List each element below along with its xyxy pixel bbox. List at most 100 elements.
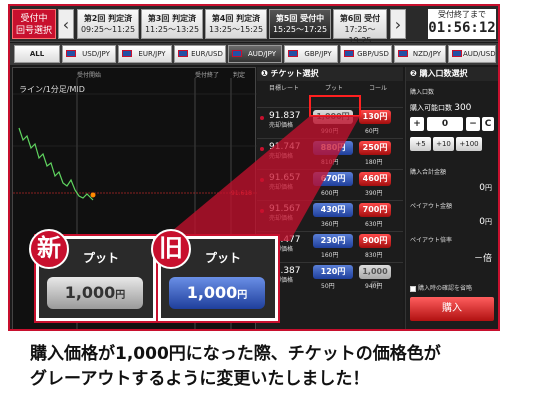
- purchase-section-title: ❷ 購入口数選択: [406, 67, 498, 81]
- tab-label: AUD/USD: [463, 50, 496, 58]
- round-item-3[interactable]: 第3回 判定済 11:25〜13:25: [141, 9, 203, 39]
- round-item-time: 11:25〜13:25: [144, 25, 200, 34]
- prev-round-arrow-icon[interactable]: ‹: [58, 9, 74, 39]
- flag-icon: [452, 50, 462, 57]
- tab-aud-usd[interactable]: AUD/USD: [448, 45, 496, 63]
- round-item-title: 第6回 受付: [339, 14, 381, 23]
- add-100-button[interactable]: +100: [456, 137, 482, 151]
- flag-icon: [344, 50, 354, 57]
- call-sell-price: 390円: [365, 190, 383, 197]
- target-rate-value: 91.747: [269, 142, 301, 152]
- skip-confirm-label: 購入時の確認を省略: [418, 285, 473, 292]
- tab-label: USD/JPY: [82, 50, 110, 58]
- put-ticket-button[interactable]: 230円: [313, 234, 353, 248]
- call-sell-price: 630円: [365, 221, 383, 228]
- round-item-6[interactable]: 第6回 受付 17:25〜19:25: [333, 9, 387, 45]
- row-marker-icon: [260, 178, 264, 182]
- row-marker-icon: [260, 147, 264, 151]
- callout-yen: 円: [115, 290, 126, 301]
- qty-label: 購入口数: [410, 89, 435, 96]
- ticket-row: 91.567 売却価格 430円 360円 700円 630円: [257, 200, 403, 229]
- round-item-time: 13:25〜15:25: [208, 25, 264, 34]
- add-10-button[interactable]: +10: [433, 137, 454, 151]
- ticket-panel: ❶ チケット選択 目標レート プット コール 91.837 売却価格 1,000円 9…: [257, 67, 403, 329]
- skip-confirm-option[interactable]: 購入時の確認を省略: [410, 283, 472, 292]
- call-ticket-button[interactable]: 700円: [359, 203, 391, 217]
- put-sell-price: 810円: [321, 159, 339, 166]
- target-rate-value: 91.567: [269, 204, 301, 214]
- put-ticket-button[interactable]: 670円: [313, 172, 353, 186]
- countdown-label: 受付終了まで: [438, 10, 486, 19]
- caption-line-1: 購入価格が1,000円になった際、チケットの価格色が: [30, 344, 441, 364]
- tab-all[interactable]: ALL: [14, 45, 60, 63]
- round-select-button[interactable]: 受付中 回号選択: [12, 9, 56, 39]
- tab-gbp-usd[interactable]: GBP/USD: [340, 45, 392, 63]
- tab-eur-jpy[interactable]: EUR/JPY: [118, 45, 172, 63]
- caption-line-2: グレーアウトするように変更いたしました！: [30, 369, 370, 389]
- plus-button[interactable]: −: [466, 117, 480, 131]
- chart-price-line: [18, 127, 94, 201]
- round-item-5[interactable]: 第5回 受付中 15:25〜17:25: [269, 9, 331, 39]
- next-round-arrow-icon[interactable]: ›: [390, 9, 406, 39]
- tab-label: GBP/JPY: [304, 50, 332, 58]
- round-item-2[interactable]: 第2回 判定済 09:25〜11:25: [77, 9, 139, 39]
- flag-icon: [122, 50, 132, 57]
- round-item-title: 第4回 判定済: [211, 14, 261, 23]
- call-ticket-button[interactable]: 130円: [359, 110, 391, 124]
- new-style-callout: プット 1,000円 新: [29, 229, 158, 323]
- round-selector-bar: 受付中 回号選択 ‹ 第2回 判定済 09:25〜11:25 第3回 判定済 1…: [10, 6, 498, 45]
- call-ticket-button[interactable]: 1,000円: [359, 265, 391, 290]
- ticket-row: 91.747 売却価格 880円 810円 250円 180円: [257, 138, 403, 167]
- ticket-section-title: ❶ チケット選択: [257, 67, 403, 81]
- col-put: プット: [325, 85, 344, 92]
- round-select-label: 回号選択: [15, 26, 52, 36]
- col-target-rate: 目標レート: [269, 85, 300, 92]
- quantity-input[interactable]: 0: [427, 117, 463, 131]
- buy-button[interactable]: 購入: [410, 297, 494, 321]
- flag-icon: [398, 50, 408, 57]
- tab-aud-jpy[interactable]: AUD/JPY: [228, 45, 282, 63]
- flag-icon: [66, 50, 76, 57]
- call-ticket-button[interactable]: 900円: [359, 234, 391, 248]
- round-item-time: 15:25〜17:25: [272, 25, 328, 34]
- target-rate-value: 91.837: [269, 111, 301, 121]
- chart-price-tag: 91.618: [231, 190, 252, 197]
- call-ticket-button[interactable]: 250円: [359, 141, 391, 155]
- callout-yen: 円: [237, 290, 248, 301]
- currency-tab-bar: ALL USD/JPY EUR/JPY EUR/USD AUD/JPY GBP/…: [10, 43, 498, 65]
- chart-current-point: [90, 192, 96, 198]
- put-sell-price: 990円: [321, 128, 339, 135]
- target-rate: 91.837 売却価格: [269, 112, 301, 130]
- old-style-callout: プット 1,000円 旧: [151, 229, 280, 323]
- payout-yen: 円: [485, 218, 492, 226]
- round-item-title: 第5回 受付中: [275, 14, 325, 23]
- put-ticket-button[interactable]: 120円: [313, 265, 353, 279]
- checkbox-icon[interactable]: [410, 285, 416, 292]
- put-ticket-button[interactable]: 1,000円: [313, 110, 353, 124]
- max-qty-value: 300: [454, 103, 472, 113]
- minus-button[interactable]: +: [410, 117, 424, 131]
- ticket-row: 91.477 売却価格 230円 160円 900円 830円: [257, 231, 403, 260]
- col-call: コール: [369, 85, 388, 92]
- tab-gbp-jpy[interactable]: GBP/JPY: [284, 45, 338, 63]
- ticket-row: 91.837 売却価格 1,000円 990円 130円 60円: [257, 107, 403, 136]
- tab-eur-usd[interactable]: EUR/USD: [174, 45, 226, 63]
- tab-label: AUD/JPY: [247, 50, 277, 58]
- flag-icon: [288, 50, 298, 57]
- call-ticket-button[interactable]: 460円: [359, 172, 391, 186]
- tab-usd-jpy[interactable]: USD/JPY: [62, 45, 116, 63]
- new-put-button-sample: 1,000円: [47, 277, 143, 309]
- round-select-status: 受付中: [20, 14, 48, 24]
- put-ticket-button[interactable]: 880円: [313, 141, 353, 155]
- add-5-button[interactable]: +5: [410, 137, 431, 151]
- max-qty-label: 購入可能口数: [410, 104, 452, 112]
- put-ticket-button[interactable]: 430円: [313, 203, 353, 217]
- tab-nzd-jpy[interactable]: NZD/JPY: [394, 45, 446, 63]
- round-item-4[interactable]: 第4回 判定済 13:25〜15:25: [205, 9, 267, 39]
- ratio-value: －倍: [473, 254, 492, 264]
- callout-price: 1,000: [64, 283, 116, 302]
- clear-button[interactable]: C: [482, 117, 494, 131]
- round-item-title: 第2回 判定済: [83, 14, 133, 23]
- tab-label: GBP/USD: [357, 50, 389, 58]
- put-sell-price: 360円: [321, 221, 339, 228]
